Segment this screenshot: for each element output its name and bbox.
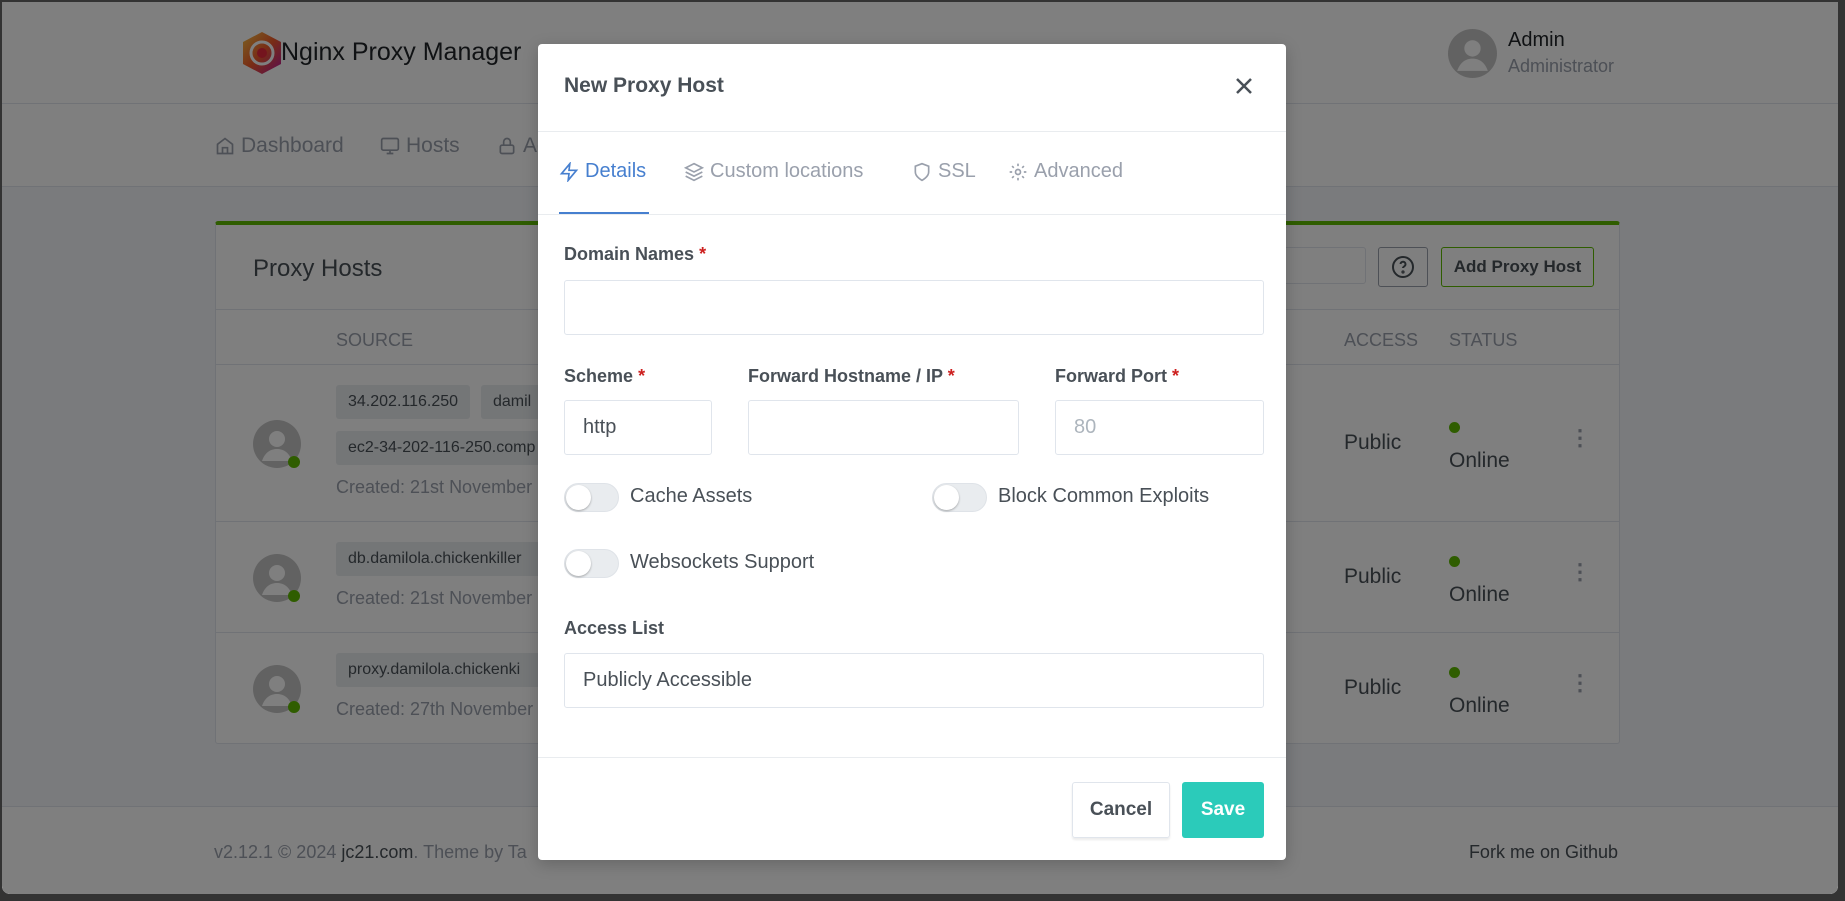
tab-label: SSL [938,160,976,182]
websockets-toggle[interactable] [564,549,619,578]
label-text: Scheme [564,366,634,386]
tab-label: Advanced [1034,160,1123,182]
divider [538,214,1286,215]
required-mark: * [699,244,707,264]
app-window: Nginx Proxy Manager Admin Administrator … [2,2,1838,894]
label-text: Domain Names [564,244,695,264]
block-exploits-label: Block Common Exploits [998,485,1210,507]
scheme-input[interactable] [564,400,712,455]
shield-icon [914,162,930,181]
domain-names-label: Domain Names * [564,244,706,265]
gear-icon [1009,163,1027,180]
zap-icon [559,161,579,182]
label-text: Forward Port [1055,366,1168,386]
tab-advanced[interactable]: Advanced [1008,160,1123,183]
modal-title: New Proxy Host [564,74,724,97]
cache-assets-label: Cache Assets [630,485,753,507]
access-list-label: Access List [564,618,665,638]
scheme-label: Scheme * [564,366,645,387]
tab-custom-locations[interactable]: Custom locations [684,160,863,183]
divider [538,131,1286,132]
access-list-select[interactable]: Publicly Accessible [564,653,1264,708]
forward-port-input[interactable] [1055,400,1264,455]
save-button[interactable]: Save [1182,782,1264,838]
layers-icon [684,162,704,181]
new-proxy-host-modal: New Proxy Host Details Custom locations … [538,44,1286,860]
divider [538,757,1286,758]
required-mark: * [947,366,955,386]
tab-details[interactable]: Details [559,160,646,183]
required-mark: * [1172,366,1180,386]
tab-ssl[interactable]: SSL [912,160,976,183]
block-exploits-toggle[interactable] [932,483,987,512]
cancel-button[interactable]: Cancel [1072,782,1170,838]
tab-label: Custom locations [710,160,864,182]
tab-label: Details [585,160,647,182]
active-tab-indicator [559,212,649,214]
forward-hostname-label: Forward Hostname / IP * [748,366,955,387]
websockets-label: Websockets Support [630,551,815,573]
cache-assets-toggle[interactable] [564,483,619,512]
forward-hostname-input[interactable] [748,400,1019,455]
required-mark: * [638,366,646,386]
domain-names-input[interactable] [564,280,1264,335]
close-icon[interactable] [1235,77,1253,95]
label-text: Forward Hostname / IP [748,366,943,386]
forward-port-label: Forward Port * [1055,366,1179,387]
